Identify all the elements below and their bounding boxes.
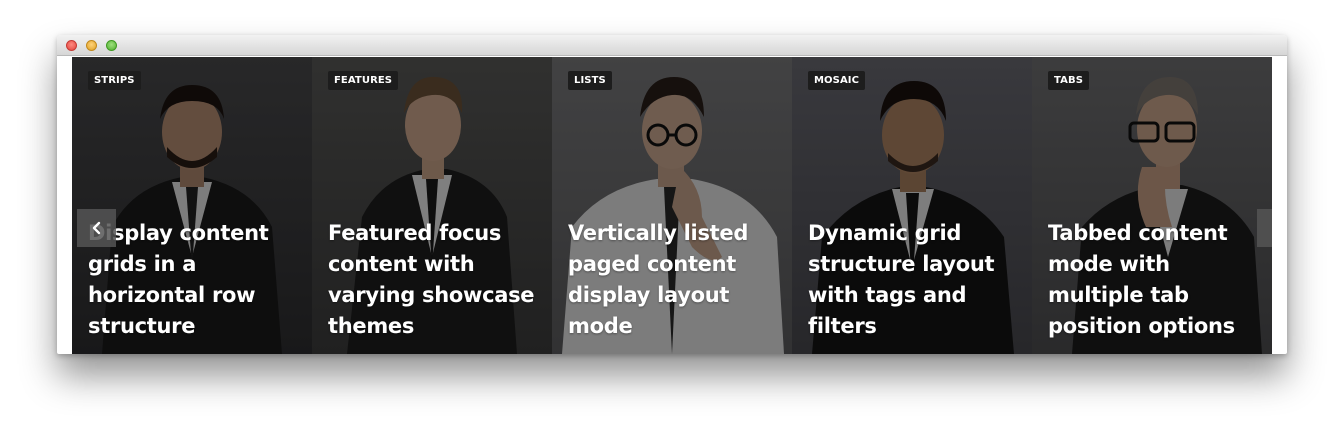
- slide-strips[interactable]: STRIPS Display content grids in a horizo…: [72, 57, 312, 354]
- slide-caption[interactable]: Dynamic grid structure layout with tags …: [808, 218, 1023, 342]
- zoom-icon[interactable]: [106, 40, 117, 51]
- content-slider: STRIPS Display content grids in a horizo…: [72, 57, 1272, 354]
- slide-mosaic[interactable]: MOSAIC Dynamic grid structure layout wit…: [792, 57, 1032, 354]
- browser-window: STRIPS Display content grids in a horizo…: [57, 35, 1287, 354]
- slide-caption[interactable]: Vertically listed paged content display …: [568, 218, 783, 342]
- slide-caption[interactable]: Display content grids in a horizontal ro…: [88, 218, 303, 342]
- minimize-icon[interactable]: [86, 40, 97, 51]
- prev-slide-button[interactable]: [77, 209, 116, 247]
- slide-features[interactable]: FEATURES Featured focus content with var…: [312, 57, 552, 354]
- close-icon[interactable]: [66, 40, 77, 51]
- category-tag[interactable]: FEATURES: [328, 71, 399, 90]
- slide-tabs[interactable]: TABS Tabbed content mode with multiple t…: [1032, 57, 1272, 354]
- slide-caption[interactable]: Featured focus content with varying show…: [328, 218, 543, 342]
- chevron-left-icon: [92, 221, 100, 235]
- chevron-right-icon: [1271, 221, 1273, 235]
- category-tag[interactable]: STRIPS: [88, 71, 141, 90]
- slide-lists[interactable]: LISTS Vertically listed paged content di…: [552, 57, 792, 354]
- category-tag[interactable]: MOSAIC: [808, 71, 866, 90]
- next-slide-button[interactable]: [1257, 209, 1272, 247]
- title-bar: [57, 35, 1287, 56]
- category-tag[interactable]: TABS: [1048, 71, 1090, 90]
- slide-caption[interactable]: Tabbed content mode with multiple tab po…: [1048, 218, 1263, 342]
- category-tag[interactable]: LISTS: [568, 71, 612, 90]
